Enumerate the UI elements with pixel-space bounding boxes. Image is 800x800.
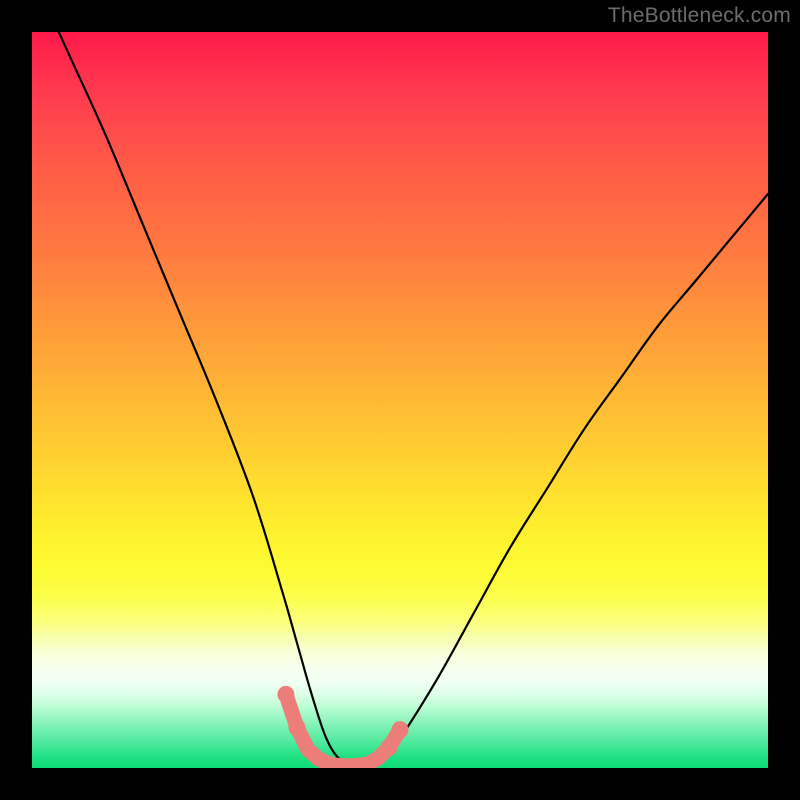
bottleneck-curve (32, 32, 768, 765)
plot-area (32, 32, 768, 768)
bottleneck-curve-svg (32, 32, 768, 768)
watermark-text: TheBottleneck.com (608, 4, 791, 28)
optimum-marker-stroke (286, 694, 400, 765)
